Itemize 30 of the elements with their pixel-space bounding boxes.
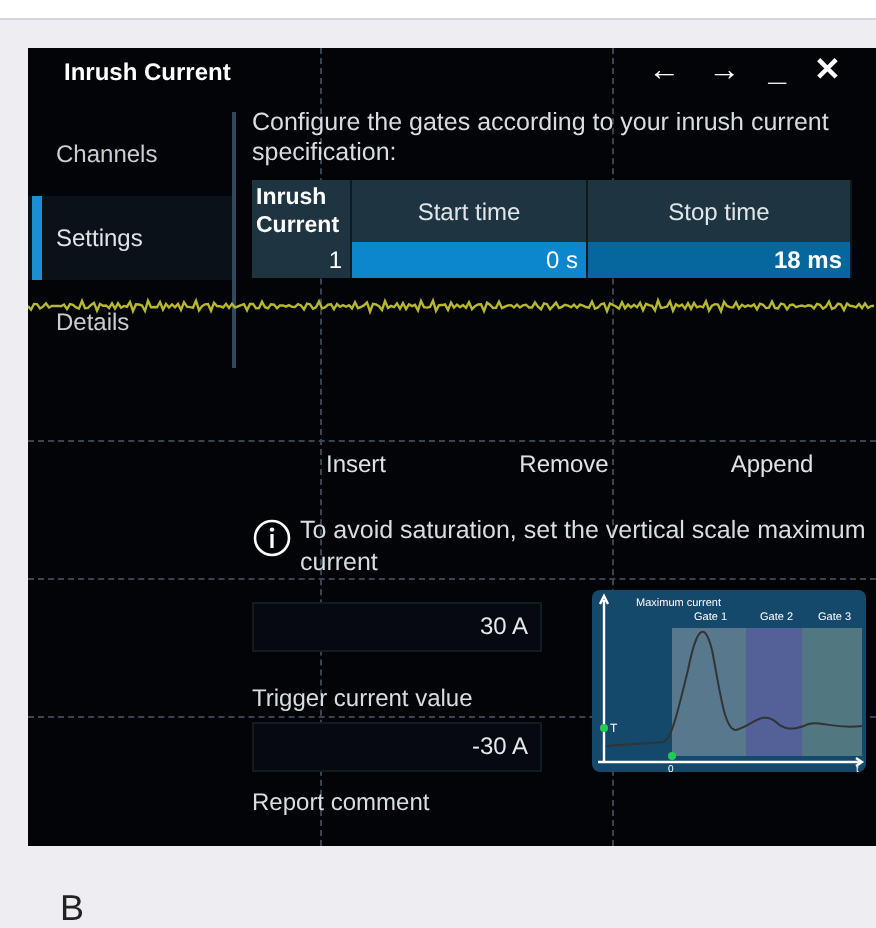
input-field[interactable]: -30 A: [252, 722, 542, 772]
action-button[interactable]: Remove: [460, 442, 668, 486]
column-header: Start time: [352, 180, 588, 242]
action-button[interactable]: Append: [668, 442, 876, 486]
field-label: Trigger current value: [252, 682, 475, 716]
info-text: To avoid saturation, set the vertical scale maximum current: [300, 514, 868, 578]
window-control[interactable]: ←: [648, 56, 681, 88]
sidebar-item[interactable]: Channels: [28, 112, 232, 196]
window-control[interactable]: _: [768, 56, 786, 88]
sidebar-item[interactable]: Settings: [28, 196, 232, 280]
trigger-dot: [600, 724, 608, 732]
trigger-dot: [668, 752, 676, 760]
figure-label: B: [60, 886, 87, 928]
action-button[interactable]: Insert: [252, 442, 460, 486]
column-header: Stop time: [588, 180, 852, 242]
sidebar-item[interactable]: Details: [28, 280, 232, 364]
table-cell: 18 ms: [588, 242, 852, 278]
input-field[interactable]: 30 A: [252, 602, 542, 652]
info-icon: [252, 518, 292, 558]
instruction-text: Configure the gates according to your inrush current specification:: [252, 108, 831, 168]
table-cell: 0 s: [352, 242, 588, 278]
gate-area: [672, 628, 746, 756]
gate-area: [746, 628, 802, 756]
table-cell: 1: [252, 242, 352, 278]
gate-area: [802, 628, 862, 756]
window-control[interactable]: →: [708, 56, 741, 88]
column-header: Inrush Current: [252, 180, 352, 242]
window-control[interactable]: ✕: [814, 56, 840, 88]
window-title: Inrush Current: [64, 56, 231, 90]
field-label: Report comment: [252, 786, 432, 820]
